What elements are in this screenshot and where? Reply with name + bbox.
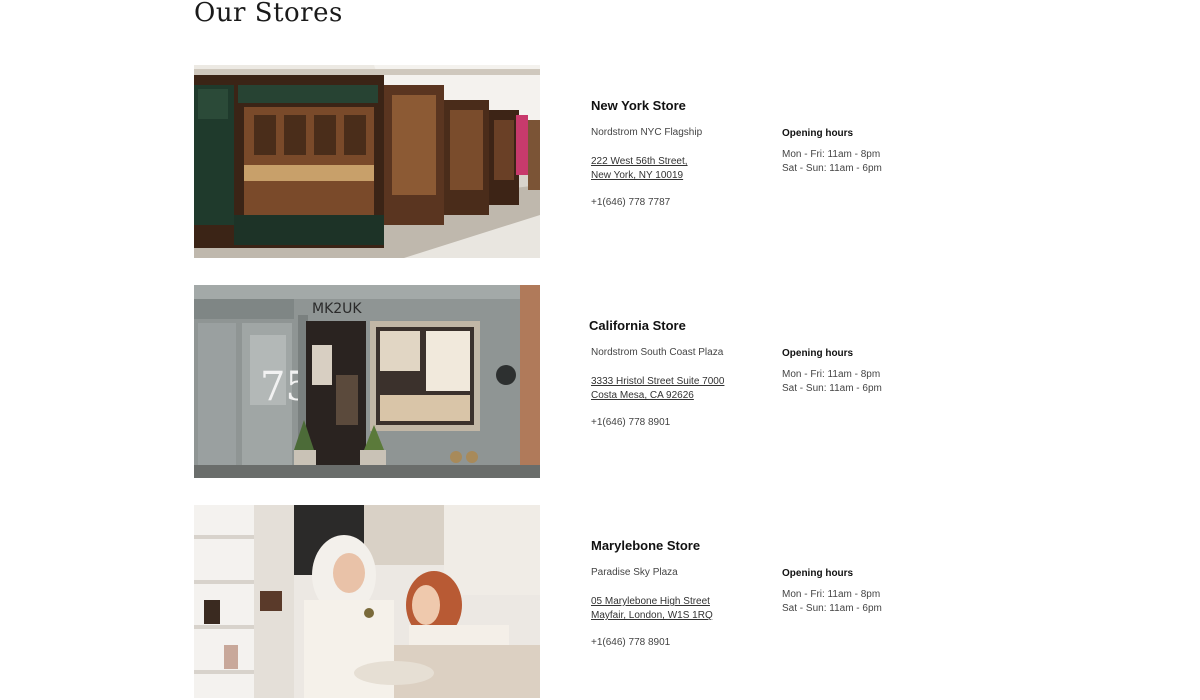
hours-weekend: Sat - Sun: 11am - 6pm bbox=[782, 383, 882, 394]
store-phone: +1(646) 778 8901 bbox=[591, 637, 671, 648]
store-phone: +1(646) 778 8901 bbox=[591, 417, 671, 428]
address-line-2: Costa Mesa, CA 92626 bbox=[591, 390, 694, 401]
page-title: Our Stores bbox=[194, 0, 343, 28]
hours-weekday: Mon - Fri: 11am - 8pm bbox=[782, 149, 881, 160]
store-card-california: 75 MK2UK California Store Nordstrom Sout… bbox=[194, 285, 1094, 478]
store-address-link[interactable]: 222 West 56th Street, New York, NY 10019 bbox=[591, 155, 688, 183]
store-photo-california: 75 MK2UK bbox=[194, 285, 540, 478]
hours-weekend: Sat - Sun: 11am - 6pm bbox=[782, 603, 882, 614]
store-photo-marylebone bbox=[194, 505, 540, 698]
opening-hours-title: Opening hours bbox=[782, 348, 854, 359]
opening-hours-title: Opening hours bbox=[782, 568, 854, 579]
hours-weekday: Mon - Fri: 11am - 8pm bbox=[782, 369, 881, 380]
address-line-1: 222 West 56th Street, bbox=[591, 156, 688, 167]
store-card-new-york: New York Store Nordstrom NYC Flagship 22… bbox=[194, 65, 1094, 258]
store-subtitle: Nordstrom South Coast Plaza bbox=[591, 347, 724, 358]
store-name: New York Store bbox=[591, 98, 686, 113]
store-photo-new-york bbox=[194, 65, 540, 258]
store-phone: +1(646) 778 7787 bbox=[591, 197, 671, 208]
opening-hours-title: Opening hours bbox=[782, 128, 854, 139]
store-name: Marylebone Store bbox=[591, 538, 701, 553]
store-address-link[interactable]: 05 Marylebone High Street Mayfair, Londo… bbox=[591, 595, 713, 623]
store-card-marylebone: Marylebone Store Paradise Sky Plaza 05 M… bbox=[194, 505, 1094, 698]
store-address-link[interactable]: 3333 Hristol Street Suite 7000 Costa Mes… bbox=[591, 375, 724, 403]
address-line-2: Mayfair, London, W1S 1RQ bbox=[591, 610, 713, 621]
shop-sign-text: MK2UK bbox=[312, 301, 362, 317]
hours-weekend: Sat - Sun: 11am - 6pm bbox=[782, 163, 882, 174]
address-line-1: 05 Marylebone High Street bbox=[591, 596, 710, 607]
store-subtitle: Nordstrom NYC Flagship bbox=[591, 127, 703, 138]
store-subtitle: Paradise Sky Plaza bbox=[591, 567, 678, 578]
address-line-1: 3333 Hristol Street Suite 7000 bbox=[591, 376, 725, 387]
store-name: California Store bbox=[589, 318, 686, 333]
address-line-2: New York, NY 10019 bbox=[591, 170, 684, 181]
hours-weekday: Mon - Fri: 11am - 8pm bbox=[782, 589, 881, 600]
